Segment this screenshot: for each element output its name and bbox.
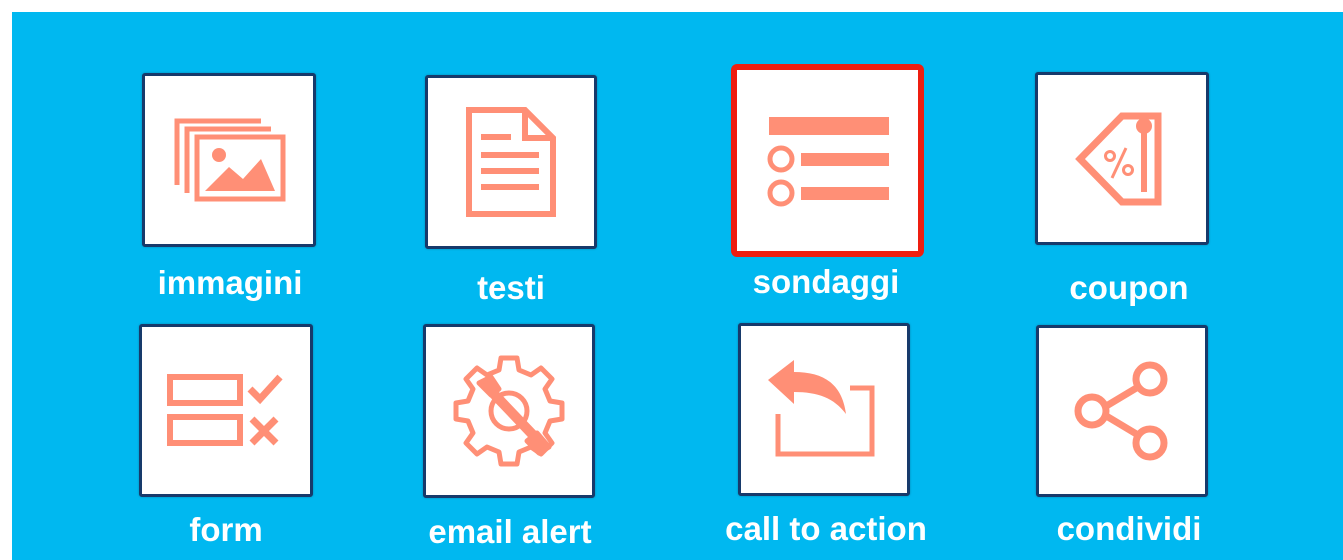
menu-panel: immagini testi sondaggi coupon form emai… [12,12,1343,560]
tile-immagini[interactable] [142,73,316,247]
tile-label: immagini [157,264,303,301]
tile-label: email alert [428,513,592,550]
gear-wrench-icon [453,355,565,467]
survey-list-icon [767,116,889,206]
document-icon [466,107,556,217]
form-checklist-icon [167,373,283,446]
tile-label: call to action [725,510,927,547]
tile-testi[interactable] [425,75,597,249]
tile-coupon[interactable] [1035,72,1209,245]
tile-label: sondaggi [752,263,900,300]
tile-label: testi [477,269,545,306]
tile-condividi[interactable] [1036,325,1208,497]
share-icon [1074,361,1168,461]
tile-email-alert[interactable] [423,324,595,498]
tile-label: form [189,511,263,548]
tile-label: condividi [1056,510,1202,547]
tile-label: coupon [1069,269,1189,306]
reply-arrow-icon [768,359,875,456]
tile-form[interactable] [139,324,313,497]
images-icon [174,118,286,202]
tile-sondaggi[interactable] [731,64,924,257]
coupon-tag-icon [1075,112,1162,205]
tile-call-to-action[interactable] [738,323,910,496]
